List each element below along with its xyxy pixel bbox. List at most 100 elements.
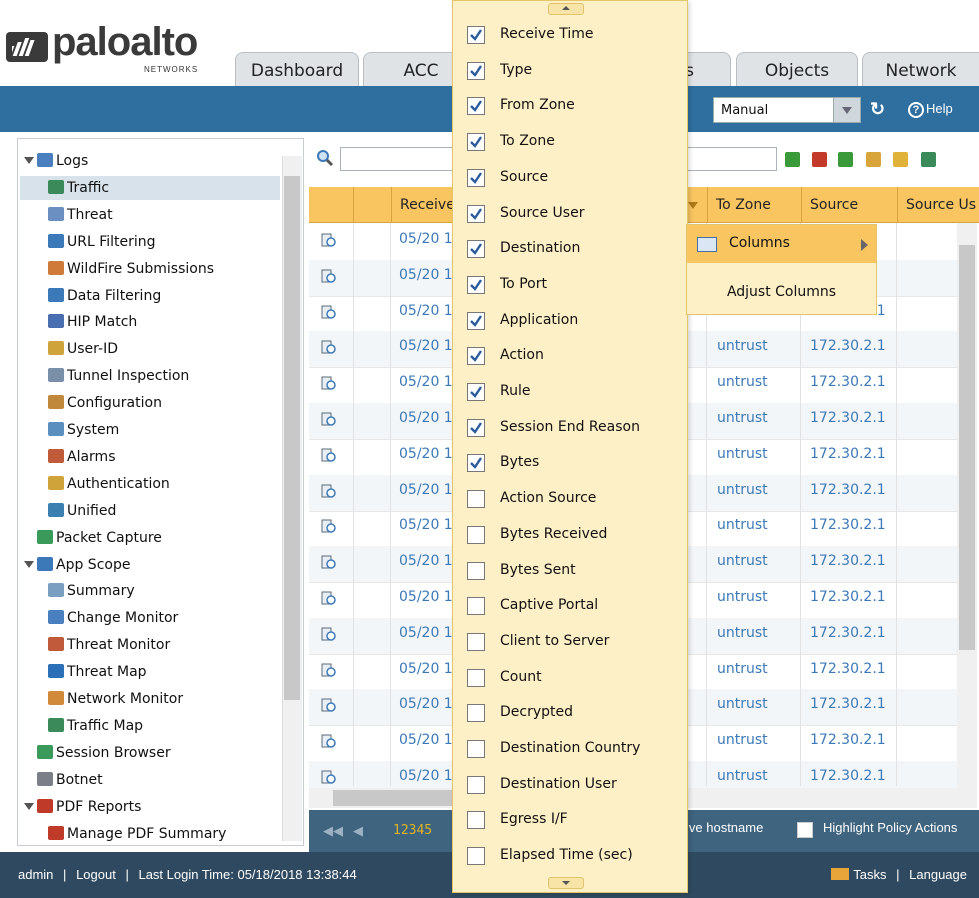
column-option-type[interactable]: Type	[453, 54, 687, 88]
log-detail-icon[interactable]	[321, 340, 336, 355]
checkbox-unchecked[interactable]	[467, 597, 485, 616]
column-option-to-zone[interactable]: To Zone	[453, 125, 687, 159]
sidebar-item-hip-match[interactable]: HIP Match	[48, 310, 137, 334]
scroll-down-icon[interactable]	[548, 877, 584, 889]
checkbox-checked[interactable]	[467, 168, 485, 187]
sidebar-item-traffic[interactable]: Traffic	[20, 175, 280, 200]
checkbox-checked[interactable]	[467, 418, 485, 437]
previous-page-icon[interactable]: ◀	[353, 823, 363, 839]
checkbox-unchecked[interactable]	[467, 668, 485, 687]
tab-objects[interactable]: Objects	[736, 52, 858, 86]
checkbox-unchecked[interactable]	[467, 847, 485, 866]
sidebar-item-app-scope[interactable]: App Scope	[24, 553, 130, 577]
checkbox-unchecked[interactable]	[467, 632, 485, 651]
sidebar-item-data-filtering[interactable]: Data Filtering	[48, 284, 161, 308]
save-filter-icon[interactable]	[866, 152, 881, 167]
page-numbers[interactable]: 12345	[393, 823, 432, 838]
clear-filter-icon[interactable]	[812, 152, 827, 167]
column-option-captive-portal[interactable]: Captive Portal	[453, 589, 687, 623]
expand-caret-icon[interactable]	[24, 802, 34, 810]
checkbox-checked[interactable]	[467, 133, 485, 152]
log-detail-icon[interactable]	[321, 734, 336, 748]
log-detail-icon[interactable]	[321, 663, 336, 677]
checkbox-checked[interactable]	[467, 61, 485, 80]
column-option-destination[interactable]: Destination	[453, 232, 687, 266]
column-option-destination-user[interactable]: Destination User	[453, 768, 687, 802]
sidebar-item-user-id[interactable]: User-ID	[48, 337, 118, 361]
checkbox-checked[interactable]	[467, 347, 485, 366]
expand-caret-icon[interactable]	[24, 157, 34, 164]
column-menu-caret-icon[interactable]	[688, 202, 698, 209]
column-option-session-end-reason[interactable]: Session End Reason	[453, 411, 687, 445]
column-option-to-port[interactable]: To Port	[453, 268, 687, 302]
column-option-action-source[interactable]: Action Source	[453, 482, 687, 516]
sidebar-item-threat[interactable]: Threat	[48, 203, 113, 227]
first-page-icon[interactable]: ◀◀	[323, 823, 343, 839]
checkbox-unchecked[interactable]	[467, 490, 485, 509]
sidebar-scroll-thumb[interactable]	[284, 176, 300, 700]
sidebar-item-botnet[interactable]: Botnet	[24, 768, 103, 792]
column-option-bytes-sent[interactable]: Bytes Sent	[453, 554, 687, 588]
column-option-action[interactable]: Action	[453, 339, 687, 373]
checkbox-unchecked[interactable]	[467, 740, 485, 758]
checkbox-checked[interactable]	[467, 311, 485, 330]
highlight-policy-checkbox[interactable]	[797, 822, 813, 838]
sidebar-item-logs[interactable]: Logs	[24, 149, 88, 173]
apply-filter-icon[interactable]	[785, 152, 800, 167]
sidebar-item-system[interactable]: System	[48, 418, 119, 442]
log-detail-icon[interactable]	[321, 591, 336, 605]
column-option-elapsed-time-sec-[interactable]: Elapsed Time (sec)	[453, 839, 687, 873]
column-option-count[interactable]: Count	[453, 661, 687, 695]
sidebar-item-network-monitor[interactable]: Network Monitor	[48, 687, 183, 711]
sidebar-item-unified[interactable]: Unified	[48, 499, 116, 523]
sidebar-item-authentication[interactable]: Authentication	[48, 472, 170, 496]
log-detail-icon[interactable]	[321, 484, 336, 498]
column-option-receive-time[interactable]: Receive Time	[453, 18, 687, 52]
tab-dashboard[interactable]: Dashboard	[235, 52, 359, 86]
checkbox-checked[interactable]	[467, 275, 485, 294]
add-filter-icon[interactable]	[838, 152, 853, 167]
tasks-icon[interactable]	[831, 868, 850, 880]
export-csv-icon[interactable]	[921, 152, 936, 167]
commit-mode-select[interactable]: Manual	[713, 97, 861, 123]
log-detail-icon[interactable]	[321, 233, 336, 247]
checkbox-unchecked[interactable]	[467, 525, 485, 544]
column-option-source[interactable]: Source	[453, 161, 687, 195]
log-detail-icon[interactable]	[321, 269, 336, 283]
scroll-up-icon[interactable]	[548, 3, 584, 15]
log-detail-icon[interactable]	[321, 412, 336, 426]
log-detail-icon[interactable]	[321, 376, 336, 390]
grid-vertical-scroll-thumb[interactable]	[959, 245, 975, 650]
column-option-rule[interactable]: Rule	[453, 375, 687, 409]
load-filter-icon[interactable]	[893, 152, 908, 167]
column-option-destination-country[interactable]: Destination Country	[453, 732, 687, 766]
sidebar-item-traffic-map[interactable]: Traffic Map	[48, 714, 143, 738]
checkbox-unchecked[interactable]	[467, 775, 485, 794]
col-header-source-user[interactable]: Source Us	[897, 187, 979, 223]
column-option-bytes[interactable]: Bytes	[453, 446, 687, 480]
log-detail-icon[interactable]	[321, 698, 336, 713]
sidebar-item-alarms[interactable]: Alarms	[48, 445, 116, 469]
expand-caret-icon[interactable]	[24, 560, 34, 568]
log-detail-icon[interactable]	[321, 770, 336, 784]
sidebar-item-change-monitor[interactable]: Change Monitor	[48, 606, 178, 630]
checkbox-checked[interactable]	[467, 97, 485, 116]
column-option-application[interactable]: Application	[453, 304, 687, 338]
col-header-to-zone[interactable]: To Zone	[707, 187, 809, 223]
sidebar-item-url-filtering[interactable]: URL Filtering	[48, 230, 156, 254]
sidebar-item-pdf-reports[interactable]: PDF Reports	[24, 795, 141, 819]
sidebar-item-summary[interactable]: Summary	[48, 579, 135, 603]
column-option-egress-i-f[interactable]: Egress I/F	[453, 803, 687, 837]
chevron-down-icon[interactable]	[833, 98, 860, 122]
sidebar-item-configuration[interactable]: Configuration	[48, 391, 162, 415]
columns-menu-item[interactable]: Columns	[687, 225, 876, 263]
refresh-icon[interactable]: ↻	[870, 100, 888, 118]
column-option-bytes-received[interactable]: Bytes Received	[453, 518, 687, 552]
checkbox-checked[interactable]	[467, 454, 485, 473]
checkbox-unchecked[interactable]	[467, 561, 485, 580]
col-header-receive[interactable]: Receive	[391, 187, 461, 223]
column-option-client-to-server[interactable]: Client to Server	[453, 625, 687, 659]
sidebar-item-manage-pdf-summary[interactable]: Manage PDF Summary	[48, 822, 226, 846]
sidebar-item-threat-map[interactable]: Threat Map	[48, 660, 147, 684]
grid-horizontal-scroll-thumb[interactable]	[333, 790, 457, 806]
